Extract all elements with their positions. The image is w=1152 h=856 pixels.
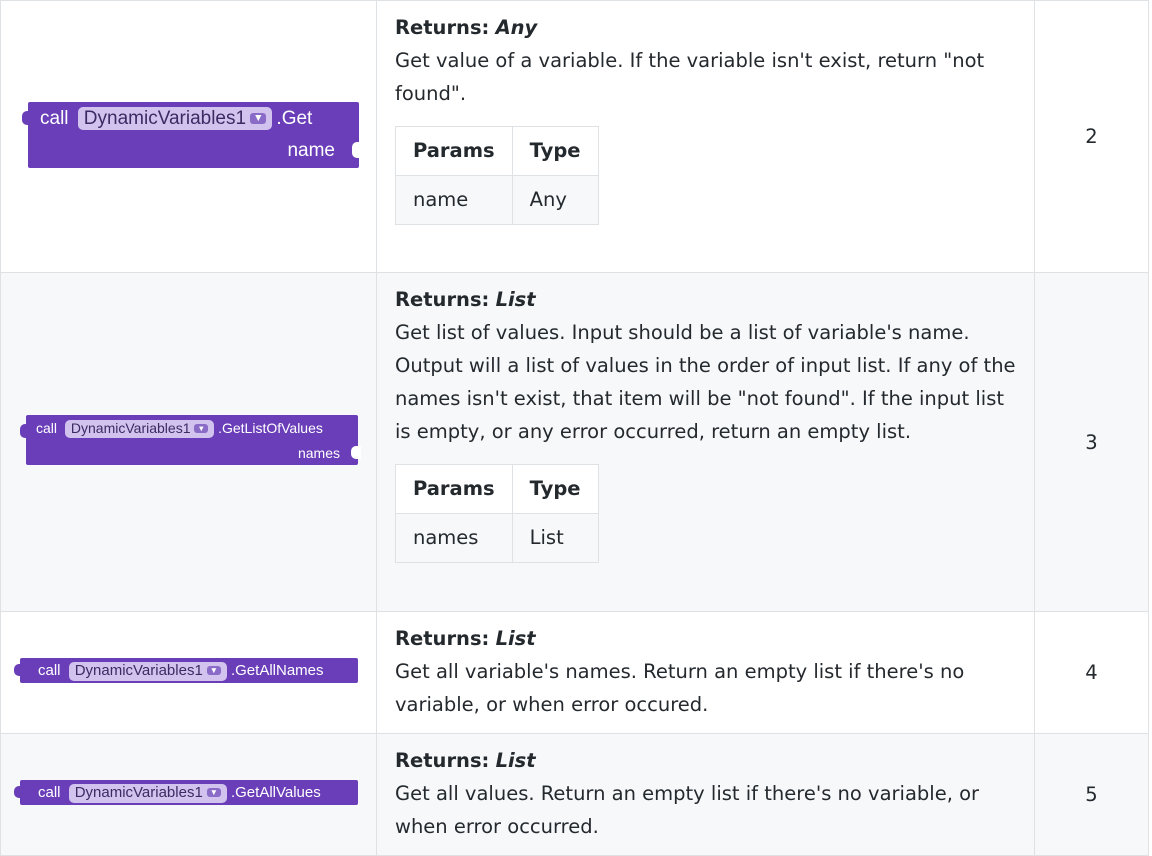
params-header: Params	[395, 126, 513, 176]
returns-type: List	[495, 288, 536, 311]
returns-label: Returns:	[395, 749, 490, 772]
returns-type: List	[495, 749, 536, 772]
block-header: call DynamicVariables1 ▼ .Get	[40, 106, 313, 131]
component-dropdown[interactable]: DynamicVariables1 ▼	[68, 784, 227, 803]
table-row: call DynamicVariables1 ▼ .GetAllNames Retu…	[0, 611, 1149, 734]
dropdown-arrow-icon: ▼	[206, 665, 221, 675]
params-header-row: Params Type	[395, 126, 599, 176]
dropdown-arrow-icon: ▼	[194, 424, 209, 434]
get-all-names-block[interactable]: call DynamicVariables1 ▼ .GetAllNames	[14, 658, 358, 683]
block-param-label: names	[297, 445, 340, 461]
block-call-label: call	[40, 107, 69, 129]
block-method-label: .Get	[276, 107, 313, 129]
param-name: name	[395, 175, 513, 225]
returns-label: Returns:	[395, 16, 490, 39]
block-method-label: .GetListOfValues	[218, 420, 323, 436]
component-dropdown[interactable]: DynamicVariables1 ▼	[64, 420, 215, 438]
component-name: DynamicVariables1	[83, 107, 247, 129]
params-table: Params Type name Any	[395, 126, 599, 225]
params-header-row: Params Type	[395, 464, 599, 514]
returns-line: Returns: Any	[395, 11, 1016, 44]
method-description: Get value of a variable. If the variable…	[395, 49, 985, 105]
component-name: DynamicVariables1	[70, 420, 191, 436]
component-dropdown[interactable]: DynamicVariables1 ▼	[77, 106, 273, 131]
table-row: call DynamicVariables1 ▼ .GetAllValues Ret…	[0, 733, 1149, 856]
block-connector	[14, 786, 24, 798]
method-description: Get all variable's names. Return an empt…	[395, 660, 965, 716]
get-all-values-block[interactable]: call DynamicVariables1 ▼ .GetAllValues	[14, 780, 358, 805]
description-cell: Returns: Any Get value of a variable. If…	[376, 0, 1035, 273]
param-name: names	[395, 513, 513, 563]
returns-line: Returns: List	[395, 622, 1016, 655]
block-header: call DynamicVariables1 ▼ .GetAllValues	[38, 780, 321, 805]
block-call-label: call	[38, 784, 61, 801]
returns-label: Returns:	[395, 288, 490, 311]
version-cell: 2	[1034, 0, 1149, 273]
block-header: call DynamicVariables1 ▼ .GetAllNames	[38, 658, 324, 683]
block-connector	[14, 664, 24, 676]
params-row: name Any	[395, 175, 599, 225]
component-name: DynamicVariables1	[74, 784, 203, 801]
description-cell: Returns: List Get all variable's names. …	[376, 611, 1035, 734]
method-description: Get list of values. Input should be a li…	[395, 321, 1016, 443]
returns-type: List	[495, 627, 536, 650]
block-method-label: .GetAllValues	[230, 784, 321, 801]
block-param-label: name	[287, 139, 335, 161]
type-header: Type	[511, 464, 599, 514]
method-description: Get all values. Return an empty list if …	[395, 782, 980, 838]
block-call-label: call	[36, 420, 58, 436]
returns-label: Returns:	[395, 627, 490, 650]
param-type: List	[511, 513, 599, 563]
returns-line: Returns: List	[395, 744, 1016, 777]
block-header: call DynamicVariables1 ▼ .GetListOfValues	[36, 420, 323, 438]
version-cell: 5	[1034, 733, 1149, 856]
table-row: call DynamicVariables1 ▼ .GetListOfValues …	[0, 272, 1149, 612]
block-cell: call DynamicVariables1 ▼ .GetAllNames	[0, 611, 377, 734]
block-method-label: .GetAllNames	[230, 662, 324, 679]
param-socket[interactable]	[351, 446, 361, 459]
returns-type: Any	[495, 16, 538, 39]
block-cell: call DynamicVariables1 ▼ .GetListOfValues …	[0, 272, 377, 612]
params-row: names List	[395, 513, 599, 563]
param-socket[interactable]	[352, 141, 362, 158]
dropdown-arrow-icon: ▼	[206, 787, 221, 797]
dropdown-arrow-icon: ▼	[250, 112, 267, 124]
version-cell: 4	[1034, 611, 1149, 734]
block-cell: call DynamicVariables1 ▼ .Get name	[0, 0, 377, 273]
version-cell: 3	[1034, 272, 1149, 612]
param-type: Any	[511, 175, 599, 225]
type-header: Type	[511, 126, 599, 176]
description-cell: Returns: List Get all values. Return an …	[376, 733, 1035, 856]
methods-table: call DynamicVariables1 ▼ .Get name Returns…	[0, 0, 1149, 856]
get-list-of-values-block[interactable]: call DynamicVariables1 ▼ .GetListOfValues …	[20, 415, 361, 465]
params-header: Params	[395, 464, 513, 514]
table-row: call DynamicVariables1 ▼ .Get name Returns…	[0, 0, 1149, 273]
get-block[interactable]: call DynamicVariables1 ▼ .Get name	[22, 101, 362, 168]
component-name: DynamicVariables1	[74, 662, 203, 679]
description-cell: Returns: List Get list of values. Input …	[376, 272, 1035, 612]
block-connector	[22, 110, 32, 125]
block-cell: call DynamicVariables1 ▼ .GetAllValues	[0, 733, 377, 856]
block-call-label: call	[38, 662, 61, 679]
component-dropdown[interactable]: DynamicVariables1 ▼	[68, 662, 227, 681]
params-table: Params Type names List	[395, 464, 599, 563]
block-connector	[20, 424, 30, 438]
returns-line: Returns: List	[395, 283, 1016, 316]
